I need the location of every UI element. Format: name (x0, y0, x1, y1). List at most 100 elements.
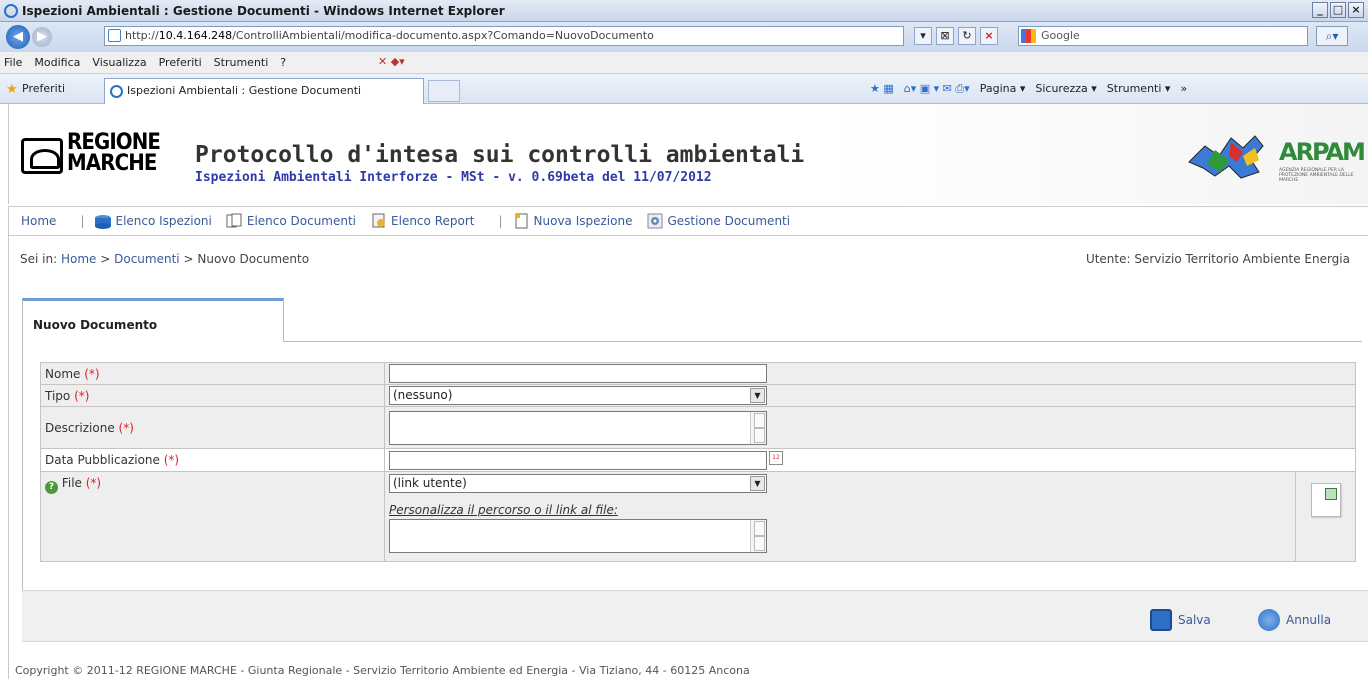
browser-tab[interactable]: Ispezioni Ambientali : Gestione Document… (104, 78, 424, 104)
menu-strumenti[interactable]: Strumenti (214, 56, 269, 69)
file-path-textarea[interactable] (389, 519, 767, 553)
page-title: Protocollo d'intesa sui controlli ambien… (195, 142, 805, 168)
file-preview-cell (1295, 471, 1355, 561)
page-left-border (8, 236, 9, 679)
refresh-icon[interactable]: ↻ (958, 27, 976, 45)
nav-separator: | (498, 214, 503, 228)
compatibility-icon[interactable]: ⊠ (936, 27, 954, 45)
home-icon[interactable]: ⌂▾ ▣ ▾ ✉ ⎙▾ (904, 82, 970, 96)
chevron-right-icon[interactable]: » (1180, 82, 1187, 96)
nav-elenco-documenti[interactable]: Elenco Documenti (226, 213, 356, 229)
tipo-select[interactable]: (nessuno) ▼ (389, 386, 767, 405)
breadcrumb-home[interactable]: Home (61, 252, 96, 266)
nome-cell (384, 362, 1356, 385)
cmd-strumenti[interactable]: Strumenti ▾ (1107, 82, 1171, 96)
menu-modifica[interactable]: Modifica (34, 56, 80, 69)
site-header: REGIONE MARCHE Protocollo d'intesa sui c… (8, 104, 1368, 204)
documents-icon (226, 213, 242, 228)
dropdown-icon[interactable]: ▾ (914, 27, 932, 45)
feeds-icon[interactable]: ★ ▦ (870, 82, 894, 96)
logo-line1: REGIONE (67, 130, 161, 155)
back-button[interactable]: ◀ (6, 25, 30, 49)
breadcrumb-separator: > (183, 252, 194, 266)
data-cell: 12 (384, 448, 1356, 472)
scrollbar[interactable] (750, 411, 766, 444)
floppy-disk-icon (1150, 609, 1172, 631)
report-icon (372, 213, 386, 228)
close-icon[interactable]: × (1348, 2, 1364, 18)
data-label: Data Pubblicazione (*) (40, 448, 385, 472)
descrizione-cell (384, 406, 1356, 449)
favorites-button[interactable]: Preferiti (22, 82, 65, 95)
breadcrumb: Sei in: Home > Documenti > Nuovo Documen… (20, 252, 309, 266)
menu-preferiti[interactable]: Preferiti (159, 56, 202, 69)
nav-elenco-ispezioni[interactable]: Elenco Ispezioni (94, 213, 212, 229)
cmd-sicurezza[interactable]: Sicurezza ▾ (1035, 82, 1096, 96)
menu-bar: File Modifica Visualizza Preferiti Strum… (0, 52, 1368, 74)
nav-nuova-ispezione[interactable]: Nuova Ispezione (513, 213, 633, 229)
save-label: Salva (1178, 613, 1211, 627)
chevron-down-icon[interactable]: ▼ (750, 476, 765, 491)
descrizione-textarea[interactable] (389, 410, 767, 445)
menu-help[interactable]: ? (280, 56, 286, 69)
data-input[interactable] (389, 450, 767, 470)
search-icon[interactable]: ⌕▾ (1316, 26, 1348, 46)
nav-nuova-ispezione-label: Nuova Ispezione (533, 214, 633, 228)
main-nav: Home | Elenco Ispezioni Elenco Documenti… (8, 206, 1368, 236)
command-bar: ★ ▦ ⌂▾ ▣ ▾ ✉ ⎙▾ Pagina ▾ Sicurezza ▾ Str… (870, 82, 1187, 96)
action-bar: Salva Annulla (22, 590, 1368, 642)
nav-elenco-report-label: Elenco Report (391, 214, 475, 228)
breadcrumb-current: Nuovo Documento (197, 252, 310, 266)
cancel-label: Annulla (1286, 613, 1332, 627)
form-row-file: ? File (*) (link utente) ▼ Personalizza i… (40, 471, 1356, 562)
menu-visualizza[interactable]: Visualizza (92, 56, 146, 69)
search-input[interactable]: Google (1018, 26, 1308, 46)
regione-marche-logo-icon (21, 138, 63, 174)
tab-nuovo-documento[interactable]: Nuovo Documento (22, 298, 284, 342)
cmd-pagina[interactable]: Pagina ▾ (980, 82, 1026, 96)
new-document-icon (515, 213, 528, 229)
calendar-icon[interactable]: 12 (769, 450, 783, 465)
nav-elenco-ispezioni-label: Elenco Ispezioni (115, 214, 212, 228)
gear-icon (647, 213, 663, 229)
arpam-logo-icon (1188, 135, 1264, 179)
help-icon[interactable]: ? (45, 481, 58, 494)
tab-ie-icon (110, 85, 123, 98)
tab-title: Ispezioni Ambientali : Gestione Document… (127, 84, 362, 97)
minimize-icon[interactable]: _ (1312, 2, 1328, 18)
nav-gestione-documenti[interactable]: Gestione Documenti (646, 213, 790, 229)
menu-file[interactable]: File (4, 56, 22, 69)
save-button[interactable]: Salva (1150, 609, 1211, 631)
user-info: Utente: Servizio Territorio Ambiente Ene… (1085, 252, 1350, 266)
window-title: Ispezioni Ambientali : Gestione Document… (22, 3, 505, 18)
chevron-down-icon[interactable]: ▼ (750, 388, 765, 403)
stop-icon[interactable]: × (980, 27, 998, 45)
maximize-icon[interactable]: □ (1330, 2, 1346, 18)
url-host: 10.4.164.248 (158, 29, 233, 42)
document-form: Nome (*) Tipo (*) (nessuno) ▼ Descrizione… (40, 362, 1356, 562)
form-row-tipo: Tipo (*) (nessuno) ▼ (40, 384, 1356, 407)
forward-button[interactable]: ▶ (32, 27, 52, 47)
breadcrumb-documenti[interactable]: Documenti (114, 252, 180, 266)
form-row-data: Data Pubblicazione (*) 12 (40, 448, 1356, 472)
google-icon (1021, 29, 1036, 43)
folder-disk-icon (95, 215, 112, 229)
nome-label: Nome (*) (40, 362, 385, 385)
nav-elenco-report[interactable]: Elenco Report (370, 213, 474, 229)
addon-icon[interactable]: ✕ ◆▾ (378, 55, 405, 68)
arpam-logo: ARPAM (1279, 138, 1366, 166)
tipo-cell: (nessuno) ▼ (384, 384, 1356, 407)
breadcrumb-prefix: Sei in: (20, 252, 58, 266)
url-prefix: http:// (125, 29, 159, 42)
new-tab-button[interactable] (428, 80, 460, 102)
nome-input[interactable] (389, 364, 767, 383)
file-select[interactable]: (link utente) ▼ (389, 474, 767, 493)
nav-gestione-documenti-label: Gestione Documenti (667, 214, 791, 228)
address-input[interactable]: http://10.4.164.248/ControlliAmbientali/… (104, 26, 904, 46)
search-placeholder: Google (1041, 29, 1080, 42)
star-icon[interactable]: ★ (6, 82, 18, 97)
scrollbar[interactable] (750, 520, 766, 552)
cancel-button[interactable]: Annulla (1258, 609, 1331, 631)
document-open-icon[interactable] (1310, 483, 1341, 517)
nav-home[interactable]: Home (21, 214, 56, 228)
